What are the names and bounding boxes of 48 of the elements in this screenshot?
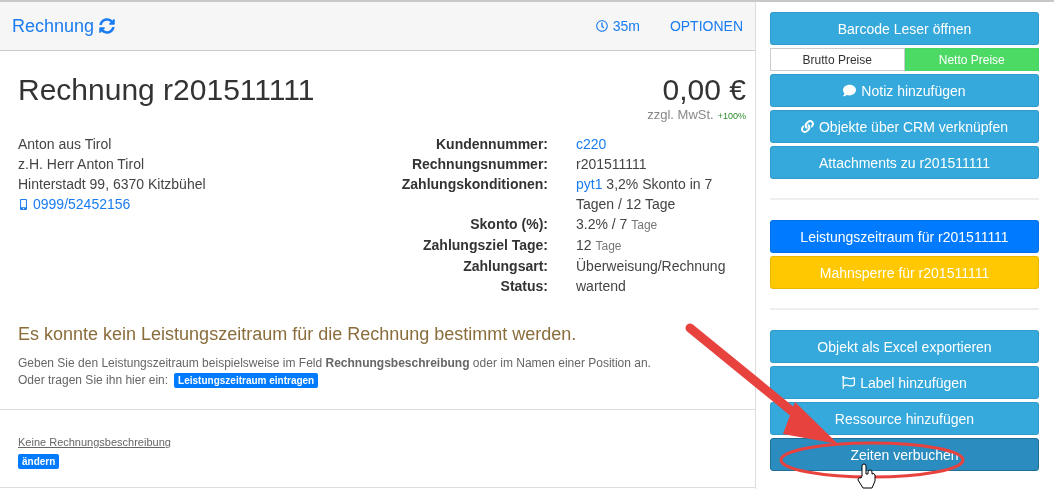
- detail-value: pyt1 3,2% Skonto in 7 Tagen / 12 Tage: [576, 175, 714, 214]
- phone-link[interactable]: 0999/52452156: [18, 194, 348, 214]
- sidebar-button[interactable]: Notiz hinzufügen: [770, 74, 1039, 107]
- address-line: z.H. Herr Anton Tirol: [18, 155, 146, 174]
- comment-icon: [843, 84, 857, 97]
- tax-note: zzgl. MwSt. +100%: [647, 107, 746, 122]
- detail-value: wartend: [576, 277, 627, 296]
- hand-cursor-icon: [857, 463, 876, 489]
- detail-value: 12 Tage: [576, 236, 623, 255]
- timer-link[interactable]: 35m: [595, 18, 640, 34]
- address-line: Hinterstadt 99, 6370 Kitzbühel: [18, 175, 207, 194]
- detail-label: Skonto (%):: [469, 215, 548, 234]
- detail-label: Kundennummer:: [435, 135, 548, 154]
- detail-value: Überweisung/Rechnung: [576, 257, 727, 276]
- warning-heading: Es konnte kein Leistungszeitraum für die Rechnung bestimmt werden.: [18, 324, 578, 345]
- clock-icon: [595, 20, 608, 32]
- phone-icon: [18, 198, 29, 210]
- sidebar-button[interactable]: Ressource hinzufügen: [770, 402, 1039, 435]
- detail-label: Zahlungsziel Tage:: [422, 236, 548, 255]
- sidebar-button[interactable]: Barcode Leser öffnen: [770, 12, 1039, 45]
- sidebar-button[interactable]: Attachments zu r201511111: [770, 146, 1039, 179]
- detail-link[interactable]: c220: [576, 136, 607, 152]
- detail-value: r201511111: [576, 155, 648, 174]
- title-link[interactable]: Rechnung: [12, 15, 116, 37]
- refresh-icon: [99, 18, 116, 34]
- detail-label: Rechnungsnummer:: [410, 155, 548, 174]
- sidebar-button[interactable]: Objekt als Excel exportieren: [770, 330, 1039, 363]
- warning-prompt: Oder tragen Sie ihn hier ein:: [18, 372, 169, 389]
- sidebar-button[interactable]: Zeiten verbuchen: [770, 438, 1039, 471]
- warning-text: Geben Sie den Leistungszeitraum beispielsweise im Feld Rechnungsbeschreibung oder im Namen einer Position an.: [18, 355, 652, 372]
- address-line: Anton aus Tirol: [18, 135, 113, 154]
- options-link[interactable]: OPTIONEN: [669, 18, 743, 34]
- period-button[interactable]: Leistungszeitraum eintragen: [174, 373, 319, 388]
- price-toggle[interactable]: Brutto Preise: [770, 48, 905, 71]
- sidebar-button[interactable]: Leistungszeitraum für r201511111: [770, 220, 1039, 253]
- invoice-title: Rechnung r201511111: [18, 73, 315, 108]
- detail-label: Zahlungskonditionen:: [400, 175, 548, 194]
- edit-button[interactable]: ändern: [18, 454, 60, 469]
- flag-icon: [842, 376, 856, 389]
- link-icon: [800, 120, 814, 133]
- detail-link[interactable]: pyt1: [576, 176, 603, 192]
- detail-label: Zahlungsart:: [462, 257, 548, 276]
- detail-label: Status:: [499, 277, 548, 296]
- invoice-amount: 0,00 €: [661, 73, 746, 107]
- detail-value: 3.2% / 7 Tage: [576, 215, 659, 234]
- sidebar-button[interactable]: Label hinzufügen: [770, 366, 1039, 399]
- sidebar-button[interactable]: Objekte über CRM verknüpfen: [770, 110, 1039, 143]
- description-link[interactable]: Keine Rechnungsbeschreibung: [18, 436, 171, 448]
